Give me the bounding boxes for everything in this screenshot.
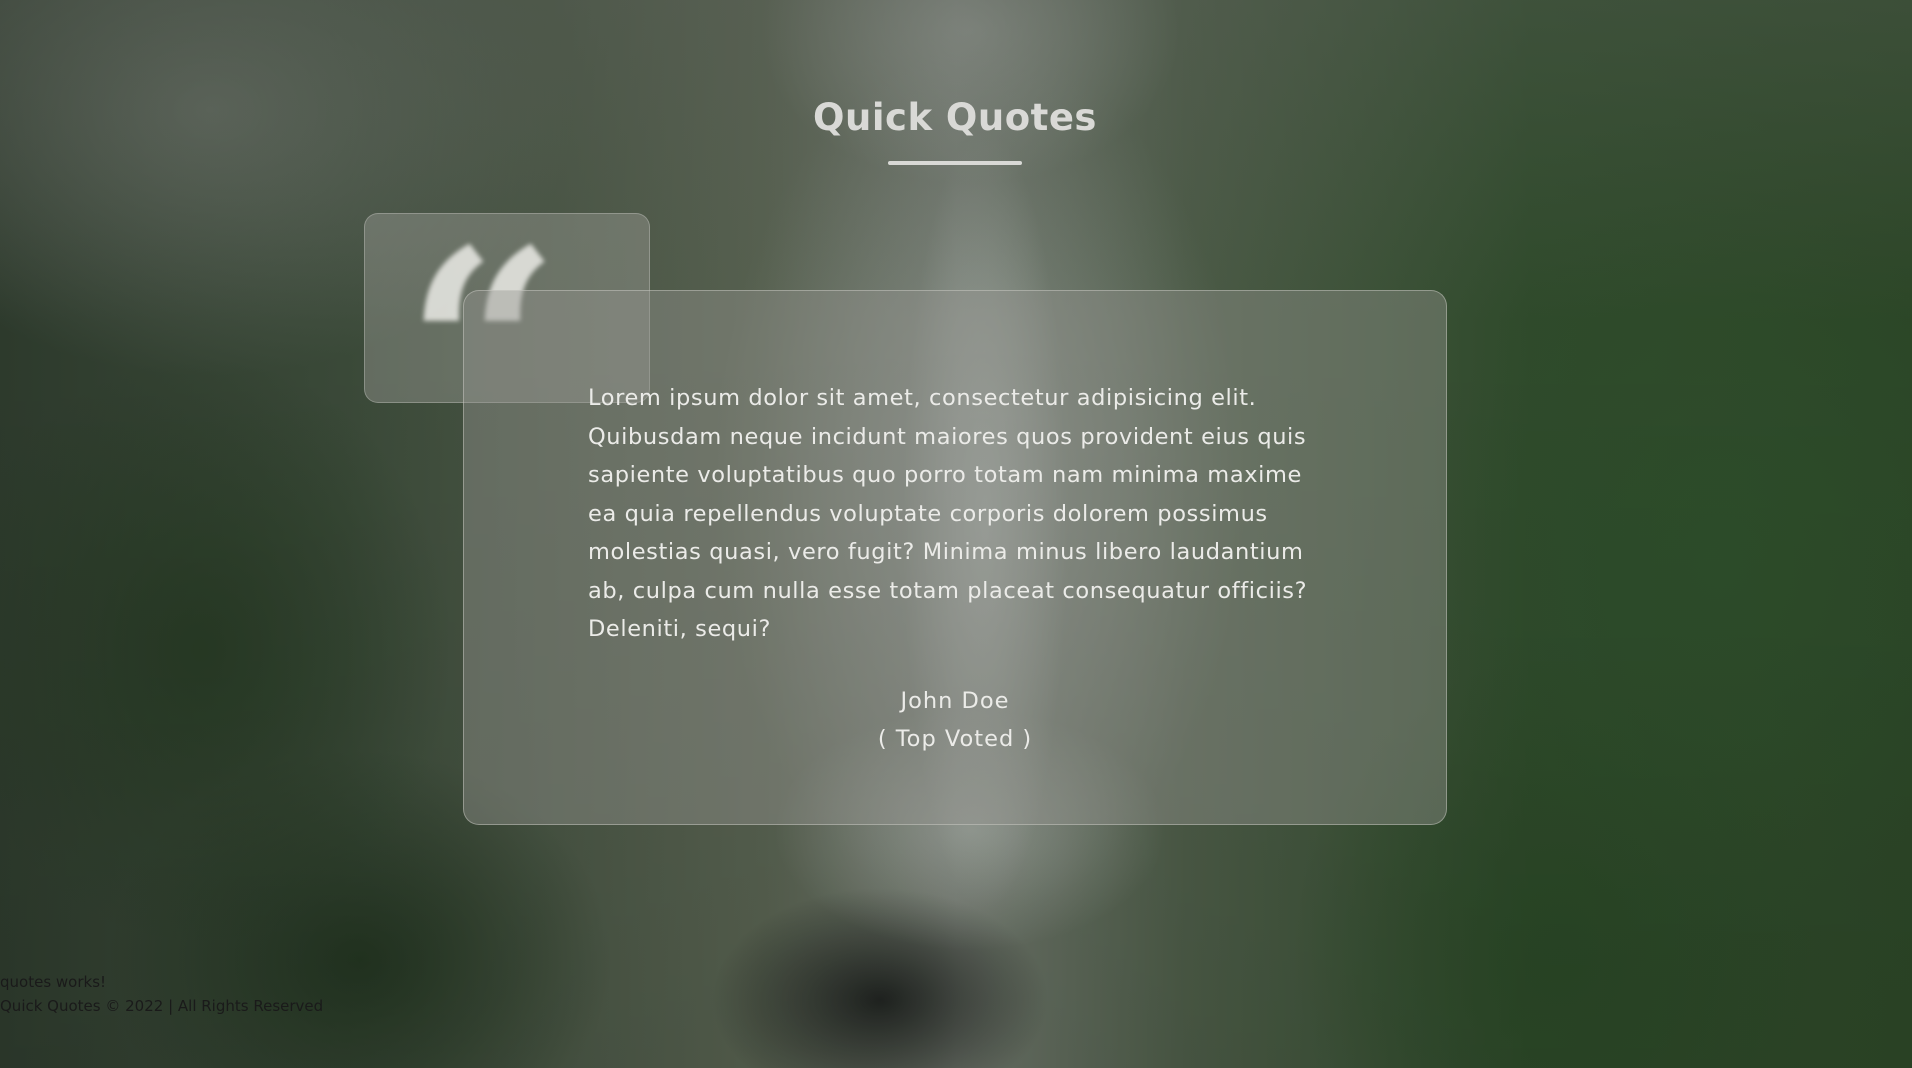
footer: quotes works! Quick Quotes © 2022 | All … xyxy=(0,970,323,1018)
quote-author-tag: ( Top Voted ) xyxy=(877,726,1033,752)
footer-status: quotes works! xyxy=(0,973,107,991)
quote-card: Lorem ipsum dolor sit amet, consectetur … xyxy=(463,290,1447,825)
footer-copyright: Quick Quotes © 2022 | All Rights Reserve… xyxy=(0,997,324,1015)
page-title: Quick Quotes xyxy=(813,96,1097,139)
quote-author: John Doe xyxy=(900,688,1010,714)
title-underline xyxy=(888,161,1022,165)
quote-text: Lorem ipsum dolor sit amet, consectetur … xyxy=(588,385,1308,642)
